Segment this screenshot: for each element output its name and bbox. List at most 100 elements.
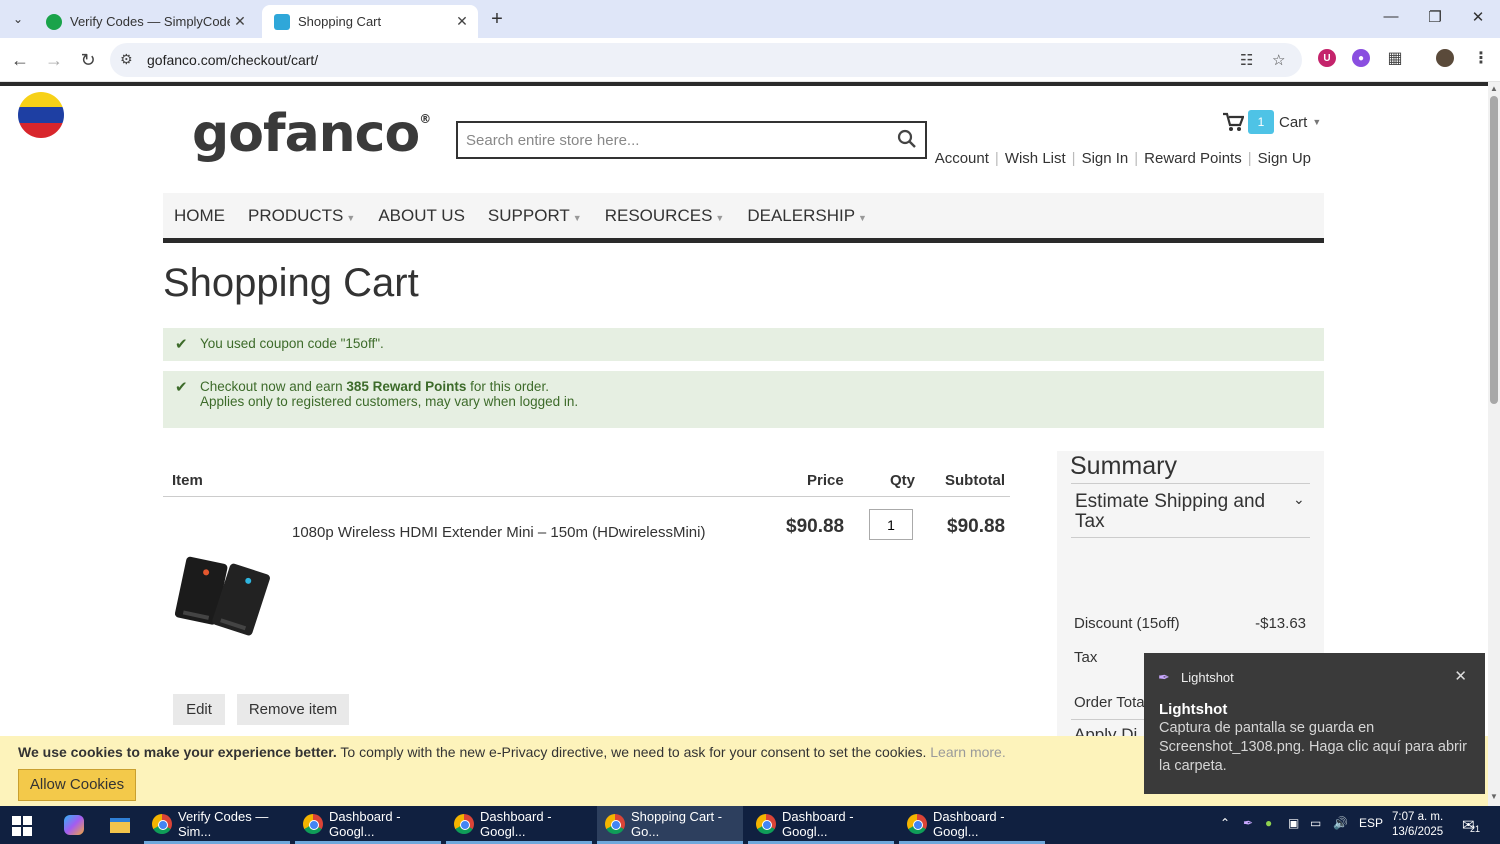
learn-more-link[interactable]: Learn more. — [930, 744, 1005, 760]
notification-count-badge: 21 — [1470, 824, 1481, 834]
tab-verify-codes[interactable]: Verify Codes — SimplyCodes ✕ — [34, 5, 256, 38]
column-header-item: Item — [172, 472, 203, 489]
windows-start-icon[interactable] — [12, 816, 32, 836]
volume-icon[interactable]: 🔊 — [1333, 816, 1348, 830]
translate-icon[interactable]: ☷ — [1240, 51, 1253, 69]
taskbar-app-shopping-cart[interactable]: Shopping Cart - Go... — [597, 806, 743, 844]
order-total-label: Order Total — [1074, 694, 1148, 711]
column-header-price: Price — [807, 472, 844, 489]
chrome-icon — [454, 813, 474, 834]
allow-cookies-button[interactable]: Allow Cookies — [18, 769, 136, 801]
chrome-icon — [907, 813, 927, 834]
cookie-message-bold: We use cookies to make your experience b… — [18, 744, 337, 760]
taskbar-app-dashboard-2[interactable]: Dashboard - Googl... — [446, 806, 592, 844]
nav-home[interactable]: HOME — [174, 206, 225, 226]
reward-text-pre: Checkout now and earn — [200, 379, 347, 394]
chevron-down-icon[interactable]: ⌄ — [1293, 491, 1305, 508]
browser-tab-bar: ⌄ Verify Codes — SimplyCodes ✕ Shopping … — [0, 0, 1500, 38]
profile-avatar[interactable] — [1436, 49, 1454, 67]
column-header-qty: Qty — [890, 472, 916, 489]
window-close-button[interactable]: ✕ — [1463, 8, 1493, 26]
browser-toolbar: ← → ↻ ⚙ gofanco.com/checkout/cart/ ☷ ☆ — [0, 38, 1500, 82]
copilot-icon[interactable] — [56, 806, 86, 844]
search-icon[interactable] — [897, 129, 917, 149]
network-icon[interactable]: ▭ — [1310, 816, 1321, 830]
tab-search-button[interactable]: ⌄ — [6, 8, 30, 30]
taskbar-app-dashboard-1[interactable]: Dashboard - Googl... — [295, 806, 441, 844]
page-scrollbar[interactable]: ▲ ▼ — [1488, 82, 1500, 806]
taskbar-app-label: Dashboard - Googl... — [933, 808, 1005, 839]
nav-support[interactable]: SUPPORT ▼ — [488, 206, 582, 226]
windows-taskbar: Verify Codes — Sim... Dashboard - Googl.… — [0, 806, 1500, 844]
cookie-message-body: To comply with the new e-Privacy directi… — [336, 744, 931, 760]
tab-close-icon[interactable]: ✕ — [452, 13, 472, 30]
bookmark-star-icon[interactable]: ☆ — [1272, 51, 1285, 69]
extension-icon[interactable]: ● — [1352, 49, 1370, 67]
tab-close-icon[interactable]: ✕ — [230, 13, 250, 30]
url-text[interactable]: gofanco.com/checkout/cart/ — [147, 52, 318, 68]
chevron-down-icon: ▼ — [715, 212, 725, 223]
nav-dealership[interactable]: DEALERSHIP ▼ — [747, 206, 867, 226]
notification-body[interactable]: Captura de pantalla se guarda en Screens… — [1159, 719, 1474, 776]
cart-label: Cart — [1279, 113, 1308, 131]
chrome-icon — [605, 813, 625, 834]
venezuela-flag-icon[interactable] — [18, 92, 64, 138]
reload-button[interactable]: ↻ — [76, 48, 100, 72]
show-hidden-icons-chevron-up-icon[interactable]: ⌃ — [1220, 816, 1230, 830]
chevron-down-icon: ▼ — [346, 212, 356, 223]
reward-points-link[interactable]: Reward Points — [1138, 150, 1248, 167]
taskbar-app-label: Shopping Cart - Go... — [631, 808, 723, 839]
forward-button[interactable]: → — [42, 48, 66, 72]
tab-shopping-cart[interactable]: Shopping Cart ✕ — [262, 5, 478, 38]
gofanco-favicon-icon — [274, 13, 290, 30]
account-link[interactable]: Account — [929, 150, 995, 167]
sign-in-link[interactable]: Sign In — [1076, 150, 1135, 167]
scroll-up-arrow-icon[interactable]: ▲ — [1490, 84, 1498, 93]
input-language[interactable]: ESP — [1359, 816, 1383, 830]
back-button[interactable]: ← — [8, 48, 32, 72]
reward-points-amount: 385 Reward Points — [346, 379, 467, 394]
scrollbar-thumb[interactable] — [1490, 96, 1498, 404]
sign-up-link[interactable]: Sign Up — [1252, 150, 1317, 167]
edit-item-button[interactable]: Edit — [173, 694, 225, 725]
tray-app-icon[interactable]: ● — [1265, 816, 1272, 830]
taskbar-app-dashboard-3[interactable]: Dashboard - Googl... — [748, 806, 894, 844]
remove-item-button[interactable]: Remove item — [237, 694, 349, 725]
nav-resources[interactable]: RESOURCES ▼ — [605, 206, 725, 226]
taskbar-app-verify-codes[interactable]: Verify Codes — Sim... — [144, 806, 290, 844]
nav-about-us[interactable]: ABOUT US — [378, 206, 465, 226]
search-box — [456, 121, 927, 159]
site-logo[interactable]: gofanco® — [192, 104, 431, 164]
site-info-icon[interactable]: ⚙ — [120, 51, 133, 68]
mini-cart[interactable]: 1 Cart ▼ — [1222, 110, 1321, 134]
notification-close-icon[interactable]: ✕ — [1454, 667, 1467, 685]
lightshot-tray-icon[interactable]: ✒ — [1243, 816, 1253, 830]
system-clock[interactable]: 7:07 a. m. 13/6/2025 — [1392, 810, 1443, 840]
browser-menu-icon[interactable]: ⋮ — [1472, 49, 1490, 67]
nav-products[interactable]: PRODUCTS ▼ — [248, 206, 355, 226]
checkmark-icon: ✔ — [175, 379, 188, 396]
wish-list-link[interactable]: Wish List — [999, 150, 1072, 167]
tray-device-icon[interactable]: ▣ — [1288, 816, 1299, 830]
item-price: $90.88 — [786, 516, 845, 537]
taskbar-app-label: Verify Codes — Sim... — [178, 808, 269, 839]
product-image[interactable] — [173, 542, 273, 642]
restore-button[interactable]: ❐ — [1420, 8, 1450, 26]
extensions-puzzle-icon[interactable]: ▦ — [1386, 49, 1404, 67]
file-explorer-icon[interactable] — [102, 806, 132, 844]
new-tab-button[interactable]: + — [486, 8, 508, 31]
estimate-shipping-toggle[interactable]: Estimate Shipping and Tax — [1075, 492, 1275, 532]
lightshot-notification[interactable]: ✒ Lightshot ✕ Lightshot Captura de panta… — [1144, 653, 1485, 794]
simplycodes-favicon-icon — [46, 13, 62, 30]
taskbar-app-dashboard-4[interactable]: Dashboard - Googl... — [899, 806, 1045, 844]
quantity-input[interactable] — [869, 509, 913, 540]
address-bar[interactable]: ⚙ gofanco.com/checkout/cart/ ☷ ☆ — [110, 43, 1302, 77]
scroll-down-arrow-icon[interactable]: ▼ — [1490, 792, 1498, 801]
minimize-button[interactable]: — — [1376, 8, 1406, 25]
header-links: Account | Wish List | Sign In | Reward Poin… — [929, 150, 1317, 167]
product-name-link[interactable]: 1080p Wireless HDMI Extender Mini – 150m… — [292, 524, 705, 541]
coupon-message-text: You used coupon code "15off". — [200, 336, 384, 351]
search-input[interactable] — [458, 123, 878, 157]
discount-value: -$13.63 — [1255, 615, 1306, 632]
ublock-extension-icon[interactable]: U — [1318, 49, 1336, 67]
